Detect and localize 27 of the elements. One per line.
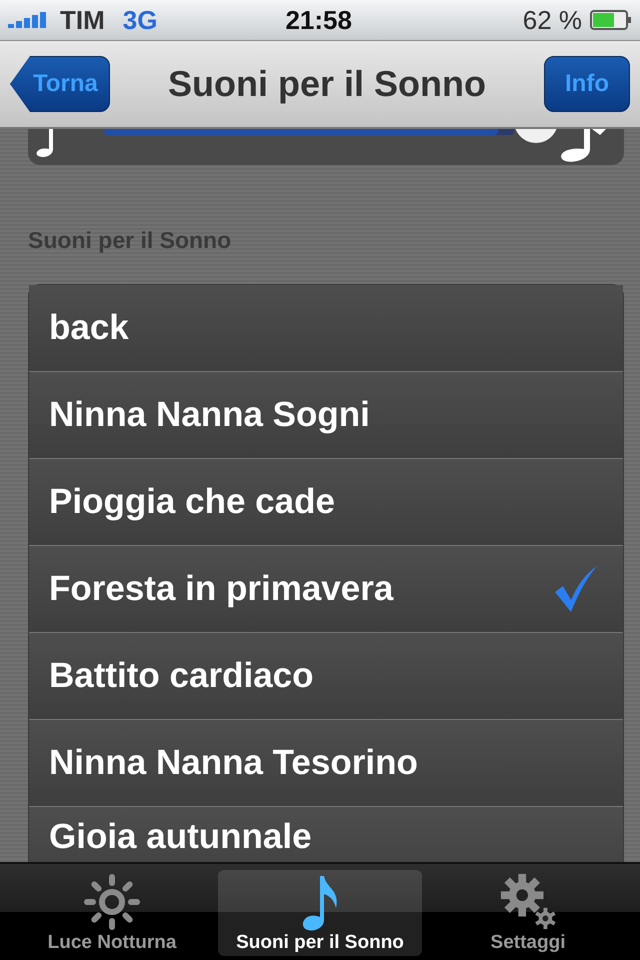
carrier-name: TIM [60, 4, 105, 36]
tab[interactable]: Luce Notturna [10, 870, 214, 956]
sound-row[interactable]: Pioggia che cade [29, 459, 623, 546]
tab[interactable]: Suoni per il Sonno [218, 870, 422, 956]
nav-title: Suoni per il Sonno [168, 63, 486, 105]
tab[interactable]: Settaggi [426, 870, 630, 956]
battery-percentage: 62 % [522, 4, 582, 36]
sound-name: Battito cardiaco [49, 656, 314, 696]
sound-name: Ninna Nanna Sogni [49, 395, 370, 435]
sound-name: Gioia autunnale [49, 817, 312, 857]
sound-row[interactable]: Ninna Nanna Sogni [29, 372, 623, 459]
sound-name: Ninna Nanna Tesorino [49, 743, 418, 783]
sound-row[interactable]: Foresta in primavera [29, 546, 623, 633]
sound-row[interactable]: back [29, 285, 623, 372]
sound-name: Pioggia che cade [49, 482, 335, 522]
battery-icon [590, 10, 632, 30]
sound-row[interactable]: Battito cardiaco [29, 633, 623, 720]
network-type: 3G [122, 4, 158, 36]
sun-icon [81, 872, 143, 932]
section-header: Suoni per il Sonno [28, 227, 232, 254]
sound-name: Foresta in primavera [49, 569, 394, 609]
sound-row[interactable]: Gioia autunnale [29, 807, 623, 862]
music-note-icon [36, 129, 54, 158]
sound-name: back [49, 308, 129, 348]
clock: 21:58 [285, 4, 352, 36]
music-note-icon [558, 129, 606, 164]
sound-row[interactable]: Ninna Nanna Tesorino [29, 720, 623, 807]
